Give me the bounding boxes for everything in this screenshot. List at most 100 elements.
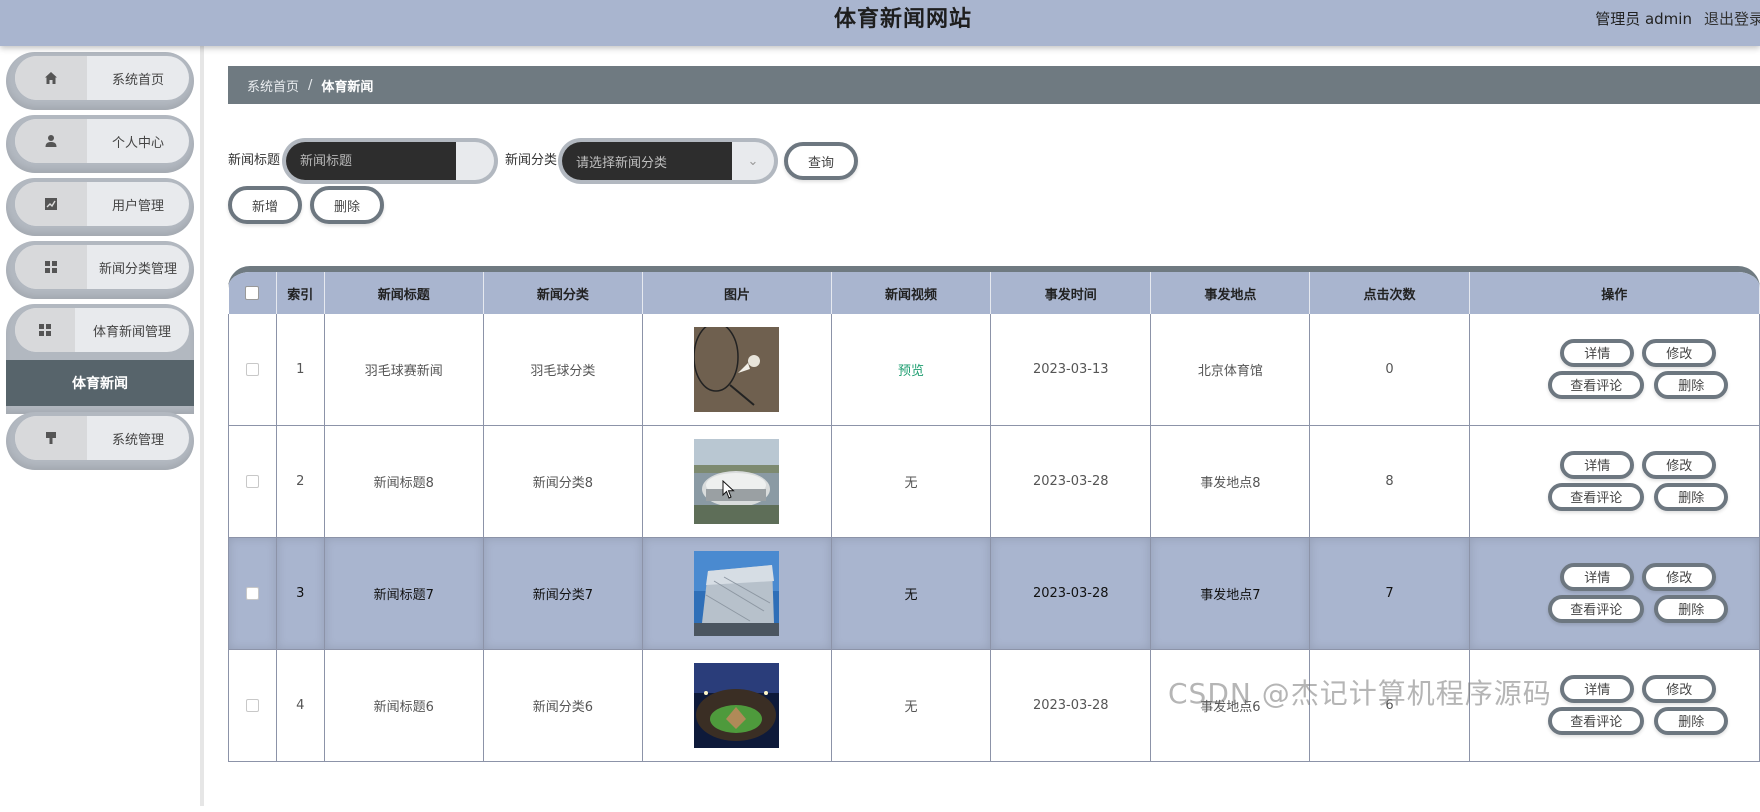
cell-clicks: 7	[1309, 537, 1470, 650]
submenu-sports-news[interactable]: 体育新闻	[6, 360, 194, 406]
cell-video: 无	[831, 537, 992, 650]
cell-time: 2023-03-28	[990, 649, 1152, 762]
cell-image	[642, 425, 833, 538]
row-delete-button[interactable]: 删除	[1654, 706, 1729, 735]
row-delete-button[interactable]: 删除	[1654, 370, 1729, 399]
sidebar-item-label: 系统管理	[111, 432, 164, 448]
home-icon	[45, 72, 57, 84]
column-header: 索引	[276, 272, 325, 314]
news-table: 索引 新闻标题 新闻分类 图片 新闻视频 事发时间 事发地点 点击次数 操作 1…	[228, 266, 1760, 812]
column-header: 操作	[1469, 272, 1760, 314]
view-comments-button[interactable]: 查看评论	[1548, 482, 1645, 511]
cell-clicks: 8	[1309, 425, 1470, 538]
edit-button[interactable]: 修改	[1642, 450, 1717, 479]
add-button[interactable]: 新增	[228, 186, 302, 224]
sidebar-item-label: 新闻分类管理	[98, 261, 177, 277]
row-delete-button[interactable]: 删除	[1654, 482, 1729, 511]
select-all-header[interactable]	[228, 272, 277, 314]
grid-icon	[39, 324, 51, 336]
cell-category: 新闻分类7	[483, 537, 643, 650]
cell-index: 3	[276, 537, 325, 650]
row-checkbox[interactable]	[245, 475, 259, 488]
chevron-down-icon: ⌄	[747, 153, 759, 169]
sidebar: 系统首页 个人中心 用户管理 新闻分类管理 体育新闻管理 体育新闻 系统管理	[0, 46, 204, 806]
top-bar: 体育新闻网站 管理员 admin 退出登录	[0, 0, 1760, 46]
row-delete-button[interactable]: 删除	[1654, 594, 1729, 623]
sidebar-item-label: 用户管理	[111, 198, 164, 214]
delete-button[interactable]: 删除	[310, 186, 384, 224]
cell-index: 2	[276, 425, 325, 538]
query-button[interactable]: 查询	[784, 142, 858, 180]
cell-actions: 详情 修改 查看评论 删除	[1469, 314, 1760, 426]
edit-button[interactable]: 修改	[1642, 562, 1717, 591]
cell-video[interactable]: 预览	[831, 314, 992, 426]
cell-title: 新闻标题7	[324, 537, 484, 650]
sidebar-item-sports-news[interactable]: 体育新闻管理 体育新闻	[6, 304, 194, 414]
cell-actions: 详情 修改 查看评论 删除	[1469, 537, 1760, 650]
breadcrumb-separator: /	[308, 77, 313, 93]
cell-image	[642, 649, 833, 762]
detail-button[interactable]: 详情	[1560, 674, 1635, 703]
table-row: 3 新闻标题7 新闻分类7 无 2023-03-28 事发地点7 7 详情 修改…	[228, 537, 1760, 650]
sidebar-item-news-category[interactable]: 新闻分类管理	[6, 241, 194, 299]
detail-button[interactable]: 详情	[1560, 338, 1635, 367]
grid-icon	[45, 261, 57, 273]
cell-time: 2023-03-28	[990, 425, 1152, 538]
video-preview-link[interactable]: 预览	[898, 364, 924, 379]
view-comments-button[interactable]: 查看评论	[1548, 370, 1645, 399]
column-header: 新闻标题	[324, 272, 484, 314]
cell-index: 4	[276, 649, 325, 762]
edit-button[interactable]: 修改	[1642, 674, 1717, 703]
row-checkbox[interactable]	[245, 363, 259, 376]
cell-video: 无	[831, 649, 992, 762]
column-header: 新闻视频	[831, 272, 992, 314]
cell-clicks: 0	[1309, 314, 1470, 426]
cell-actions: 详情 修改 查看评论 删除	[1469, 425, 1760, 538]
sidebar-item-users[interactable]: 用户管理	[6, 178, 194, 236]
sidebar-item-label: 体育新闻管理	[92, 324, 171, 340]
stamp-icon	[46, 432, 56, 444]
cell-place: 北京体育馆	[1150, 314, 1311, 426]
row-checkbox[interactable]	[245, 699, 259, 712]
table-row: 1 羽毛球赛新闻 羽毛球分类 预览 2023-03-13 北京体育馆 0 详情 …	[228, 314, 1760, 426]
edit-button[interactable]: 修改	[1642, 338, 1717, 367]
cell-title: 羽毛球赛新闻	[324, 314, 484, 426]
select-all-checkbox[interactable]	[245, 286, 260, 300]
cell-time: 2023-03-13	[990, 314, 1152, 426]
user-icon	[45, 135, 57, 147]
column-header: 事发地点	[1150, 272, 1311, 314]
category-filter-label: 新闻分类	[505, 153, 558, 168]
sidebar-item-profile[interactable]: 个人中心	[6, 115, 194, 173]
row-checkbox[interactable]	[245, 587, 259, 600]
filter-row: 新闻标题 新闻分类 请选择新闻分类 ⌄ 查询	[228, 138, 1228, 184]
cell-category: 新闻分类8	[483, 425, 643, 538]
title-search-input[interactable]	[286, 142, 456, 180]
mouse-cursor-icon	[722, 480, 735, 499]
category-select[interactable]: 请选择新闻分类 ⌄	[558, 138, 778, 184]
sidebar-item-label: 系统首页	[111, 72, 164, 88]
site-title: 体育新闻网站	[833, 7, 972, 32]
cell-title: 新闻标题6	[324, 649, 484, 762]
detail-button[interactable]: 详情	[1560, 450, 1635, 479]
cell-index: 1	[276, 314, 325, 426]
night-stadium-thumbnail	[694, 663, 780, 748]
breadcrumb: 系统首页 / 体育新闻	[228, 66, 1760, 104]
detail-button[interactable]: 详情	[1560, 562, 1635, 591]
view-comments-button[interactable]: 查看评论	[1548, 706, 1645, 735]
badminton-thumbnail	[694, 327, 780, 412]
modern-building-thumbnail	[694, 551, 780, 636]
category-select-placeholder: 请选择新闻分类	[562, 142, 732, 180]
cell-place: 事发地点7	[1150, 537, 1311, 650]
view-comments-button[interactable]: 查看评论	[1548, 594, 1645, 623]
cell-time: 2023-03-28	[990, 537, 1152, 650]
column-header: 点击次数	[1309, 272, 1470, 314]
logout-link[interactable]: 退出登录	[1704, 10, 1760, 28]
cell-image	[642, 537, 833, 650]
breadcrumb-home[interactable]: 系统首页	[247, 76, 299, 95]
sidebar-item-home[interactable]: 系统首页	[6, 52, 194, 110]
cell-video: 无	[831, 425, 992, 538]
sidebar-item-system[interactable]: 系统管理	[6, 412, 194, 470]
cell-title: 新闻标题8	[324, 425, 484, 538]
watermark: CSDN @杰记计算机程序源码	[1168, 677, 1552, 710]
column-header: 事发时间	[990, 272, 1152, 314]
